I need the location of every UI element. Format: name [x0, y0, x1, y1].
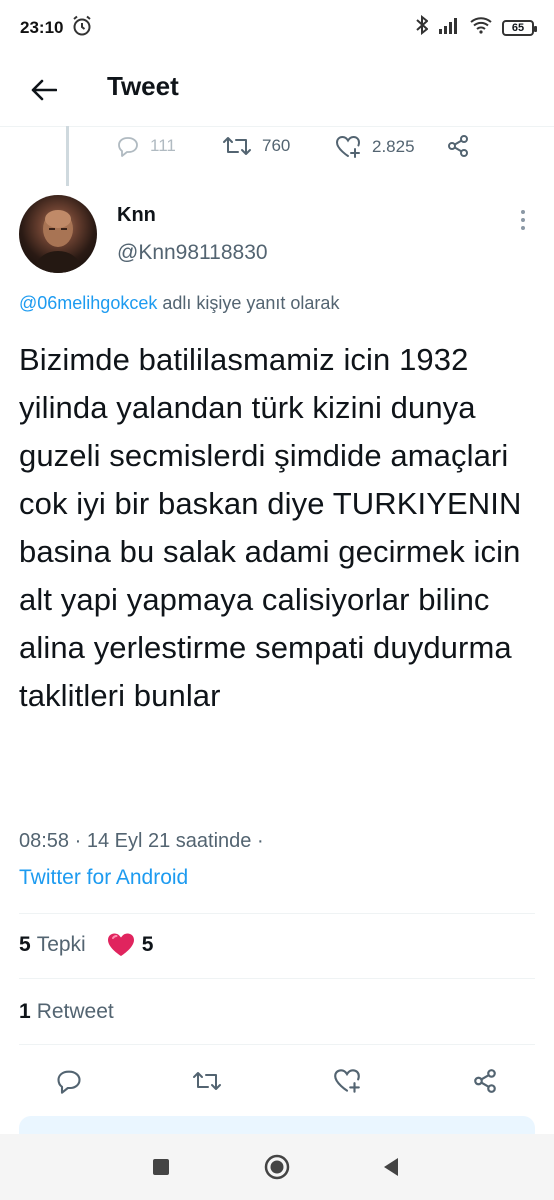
reply-icon	[57, 1070, 81, 1094]
triangle-back-icon	[384, 1158, 398, 1176]
app-bar: Tweet	[0, 56, 554, 127]
reactions-label: Tepki	[36, 933, 86, 956]
profile-photo-icon	[33, 210, 83, 273]
reply-button[interactable]	[54, 1066, 84, 1096]
prev-retweet-button[interactable]: 760	[222, 134, 290, 158]
back-button[interactable]	[24, 70, 64, 110]
reactions-stat[interactable]: 5 Tepki 5	[19, 932, 153, 958]
reply-context: @06melihgokcek adlı kişiye yanıt olarak	[19, 293, 339, 314]
prev-retweet-count: 760	[262, 136, 291, 155]
prev-share-button[interactable]	[446, 134, 470, 158]
share-button[interactable]	[470, 1066, 500, 1096]
tweet-actions	[0, 1058, 554, 1102]
divider	[19, 1044, 535, 1045]
battery-icon: 65	[502, 19, 537, 36]
divider	[19, 978, 535, 979]
circle-icon	[264, 1154, 290, 1180]
like-button[interactable]	[332, 1066, 362, 1096]
reactions-count: 5	[19, 933, 31, 956]
signal-icon	[438, 16, 460, 39]
status-time: 23:10	[20, 18, 64, 37]
reply-context-label: adlı kişiye yanıt olarak	[162, 293, 340, 313]
reply-icon	[118, 137, 138, 157]
tweet-meta: 08:58 · 14 Eyl 21 saatinde ·	[19, 830, 264, 853]
tweet-time: 08:58	[19, 830, 70, 852]
back-nav-button[interactable]	[378, 1154, 404, 1180]
author-name[interactable]: Knn	[117, 204, 156, 227]
system-nav-bar	[0, 1134, 554, 1200]
retweet-icon	[193, 1072, 221, 1090]
tweet-date: 14 Eyl 21 saatinde	[86, 830, 252, 852]
avatar[interactable]	[19, 195, 97, 273]
share-icon	[448, 135, 468, 157]
status-bar: 23:10 65	[0, 0, 554, 56]
prev-like-count: 2.825	[372, 137, 415, 156]
prev-like-button[interactable]: 2.825	[334, 134, 415, 160]
vertical-dots-icon	[521, 210, 525, 230]
divider	[19, 913, 535, 914]
retweets-count: 1	[19, 1000, 31, 1023]
arrow-left-icon	[31, 79, 57, 101]
previous-tweet-actions: 111 760 2.825	[116, 134, 536, 164]
heart-add-icon	[335, 135, 361, 158]
retweet-icon	[223, 137, 251, 155]
bluetooth-icon	[416, 14, 429, 40]
meta-separator: ·	[74, 830, 82, 852]
share-icon	[474, 1069, 496, 1093]
heart-reaction-count: 5	[141, 933, 154, 956]
more-options-button[interactable]	[518, 208, 528, 232]
tweet-text: Bizimde batililasmamiz icin 1932 yilinda…	[19, 342, 522, 713]
prev-reply-count: 111	[150, 136, 176, 155]
retweets-label: Retweet	[36, 1000, 114, 1023]
thread-line	[66, 126, 69, 186]
heart-icon	[107, 933, 134, 956]
author-handle[interactable]: @Knn98118830	[117, 241, 268, 265]
alarm-icon	[72, 15, 92, 42]
tweet-source-link[interactable]: Twitter for Android	[19, 866, 188, 890]
home-button[interactable]	[264, 1154, 290, 1180]
retweets-stat[interactable]: 1 Retweet	[19, 1000, 114, 1024]
page-title: Tweet	[107, 71, 179, 101]
reply-mention-link[interactable]: @06melihgokcek	[19, 293, 157, 313]
retweet-button[interactable]	[192, 1066, 222, 1096]
prev-reply-button[interactable]: 111	[116, 134, 176, 158]
heart-add-icon	[334, 1069, 360, 1093]
recents-button[interactable]	[148, 1154, 174, 1180]
meta-separator-end: ·	[256, 830, 264, 852]
square-icon	[153, 1159, 169, 1175]
wifi-icon	[470, 16, 492, 39]
